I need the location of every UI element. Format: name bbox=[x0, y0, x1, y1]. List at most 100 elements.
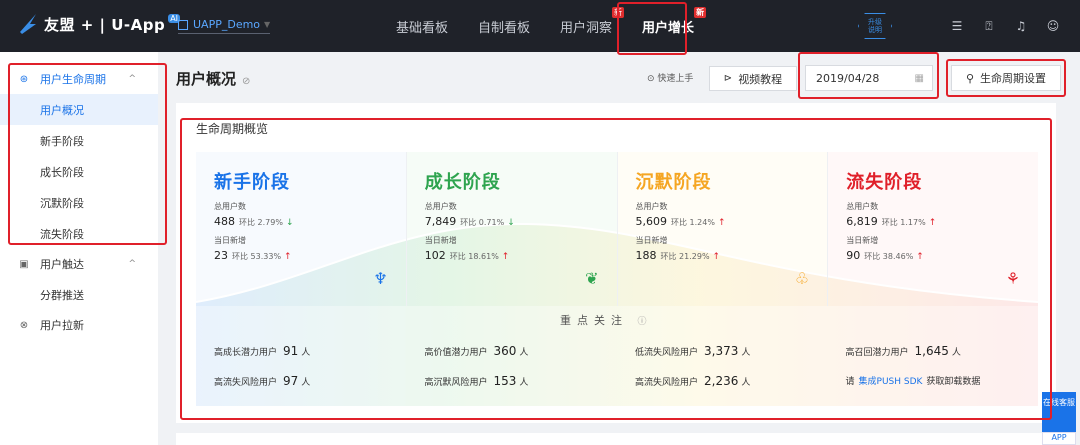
new-users-row: 188 环比 21.29% ↑ bbox=[636, 249, 828, 262]
help-circle-icon[interactable]: ⊘ bbox=[242, 76, 250, 87]
chevron-up-icon: ^ bbox=[128, 74, 136, 84]
focus-value: 3,373 bbox=[704, 344, 739, 358]
focus-column: 高召回潜力用户 1,645 人请集成PUSH SDK 获取卸载数据 bbox=[828, 306, 1039, 406]
top-actions: 升级 说明 ☰ ⍰ ♫ ☺ bbox=[858, 0, 1060, 52]
nav-custom-board[interactable]: 自制看板 bbox=[474, 17, 534, 36]
focus-row[interactable]: 高成长潜力用户 91 人 bbox=[214, 344, 407, 358]
wrench-icon: ⚲ bbox=[965, 71, 975, 85]
arrow-up-icon: ↑ bbox=[712, 252, 721, 262]
bell-icon[interactable]: ♫ bbox=[1014, 19, 1028, 33]
sidebar-item-group-push[interactable]: 分群推送 bbox=[0, 279, 158, 310]
sidebar-item-growth[interactable]: 成长阶段 bbox=[0, 156, 158, 187]
arrow-up-icon: ↑ bbox=[501, 252, 510, 262]
focus-value: 1,645 bbox=[914, 344, 949, 358]
total-users-row: 6,819 环比 1.17% ↑ bbox=[846, 215, 1038, 228]
sidebar-group-reach[interactable]: ▣ 用户触达 ^ bbox=[0, 249, 158, 279]
sidebar-group-lifecycle[interactable]: ⊛ 用户生命周期 ^ bbox=[0, 64, 158, 94]
online-service-button[interactable]: 在线客服 bbox=[1042, 392, 1076, 432]
stage-name: 新手阶段 bbox=[214, 172, 290, 193]
total-users-row: 5,609 环比 1.24% ↑ bbox=[636, 215, 828, 228]
lifecycle-settings-button[interactable]: ⚲ 生命周期设置 bbox=[951, 65, 1061, 91]
menu-list-icon[interactable]: ☰ bbox=[950, 19, 964, 33]
focus-row[interactable]: 高沉默风险用户 153 人 bbox=[425, 374, 618, 388]
arrow-up-icon: ↑ bbox=[284, 252, 292, 262]
total-users-value: 488 bbox=[214, 215, 235, 228]
dead-plant-icon: ⚘ bbox=[1005, 269, 1020, 288]
new-users-value: 90 bbox=[846, 249, 861, 262]
nav-basic-board[interactable]: 基础看板 bbox=[392, 17, 452, 36]
focus-value: 153 bbox=[493, 374, 517, 388]
video-tutorial-button[interactable]: ⊳ 视频教程 bbox=[709, 66, 797, 91]
stage-card[interactable]: 新手阶段 总用户数 488 环比 2.79% ↓ 当日新增 23 环比 53.33% ↑ ♆ bbox=[196, 152, 407, 306]
brand-name: 友盟 + | U-App bbox=[44, 15, 166, 34]
sidebar-item-churn[interactable]: 流失阶段 bbox=[0, 218, 158, 249]
focus-row[interactable]: 高价值潜力用户 360 人 bbox=[425, 344, 618, 358]
total-users-change: 环比 0.71% bbox=[460, 218, 505, 227]
umeng-logo-icon bbox=[20, 14, 36, 34]
new-badge: 新 bbox=[694, 6, 707, 18]
focus-row[interactable]: 低流失风险用户 3,373 人 bbox=[635, 344, 828, 358]
new-users-value: 23 bbox=[214, 249, 228, 262]
app-download-button[interactable]: APP bbox=[1042, 432, 1076, 445]
quick-start-link[interactable]: ⊙ 快速上手 bbox=[647, 71, 693, 84]
new-users-change: 环比 21.29% bbox=[660, 252, 710, 261]
arrow-down-icon: ↓ bbox=[507, 218, 515, 228]
user-icon[interactable]: ☺ bbox=[1046, 19, 1060, 33]
upgrade-notes-button[interactable]: 升级 说明 bbox=[858, 13, 892, 39]
next-card bbox=[176, 433, 1056, 445]
chevron-up-icon: ^ bbox=[128, 259, 136, 269]
play-icon: ⊳ bbox=[723, 73, 733, 84]
sidebar-item-overview[interactable]: 用户概况 bbox=[0, 94, 158, 125]
nav-user-growth[interactable]: 用户增长新 bbox=[638, 6, 707, 36]
new-users-row: 23 环比 53.33% ↑ bbox=[214, 249, 406, 262]
page-title: 用户概况 ⊘ bbox=[176, 70, 251, 88]
new-users-value: 102 bbox=[424, 249, 446, 262]
new-users-change: 环比 18.61% bbox=[449, 252, 499, 261]
sidebar-item-silent[interactable]: 沉默阶段 bbox=[0, 187, 158, 218]
stage-name: 流失阶段 bbox=[846, 172, 923, 193]
lifecycle-icon: ⊛ bbox=[19, 73, 29, 85]
focus-row: 请集成PUSH SDK 获取卸载数据 bbox=[846, 374, 1039, 387]
focus-column: 高成长潜力用户 91 人高流失风险用户 97 人 bbox=[196, 306, 407, 406]
total-users-label: 总用户数 bbox=[846, 202, 879, 211]
app-icon bbox=[178, 19, 188, 30]
new-users-label: 当日新增 bbox=[214, 236, 246, 245]
sidebar-group-acquire[interactable]: ⊗ 用户拉新 bbox=[0, 310, 158, 340]
chevron-down-icon: ▼ bbox=[264, 20, 271, 29]
arrow-up-icon: ↑ bbox=[916, 252, 924, 262]
compass-icon: ⊙ bbox=[647, 74, 655, 84]
app-selector[interactable]: UAPP_Demo ▼ bbox=[178, 18, 271, 34]
stage-name: 沉默阶段 bbox=[635, 172, 712, 193]
stage-cards: 新手阶段 总用户数 488 环比 2.79% ↓ 当日新增 23 环比 53.33% ↑ ♆ 成长阶… bbox=[196, 152, 1038, 306]
calendar-icon: ▦ bbox=[914, 72, 924, 84]
total-users-label: 总用户数 bbox=[214, 202, 246, 211]
help-icon[interactable]: ⍰ bbox=[982, 19, 996, 34]
nav-user-insight[interactable]: 用户洞察新 bbox=[556, 6, 625, 36]
date-picker[interactable]: 2019/04/28 ▦ bbox=[805, 65, 933, 91]
new-users-row: 102 环比 18.61% ↑ bbox=[425, 249, 617, 262]
total-users-change: 环比 1.24% bbox=[671, 218, 715, 227]
push-sdk-link[interactable]: 集成PUSH SDK bbox=[859, 374, 923, 387]
brand-logo[interactable]: 友盟 + | U-App AI bbox=[18, 12, 181, 36]
stage-card[interactable]: 流失阶段 总用户数 6,819 环比 1.17% ↑ 当日新增 90 环比 38.46% ↑ ⚘ bbox=[828, 152, 1038, 306]
total-users-label: 总用户数 bbox=[635, 202, 668, 211]
acquire-icon: ⊗ bbox=[19, 319, 29, 331]
new-users-label: 当日新增 bbox=[635, 236, 668, 245]
focus-row[interactable]: 高流失风险用户 97 人 bbox=[214, 374, 407, 388]
total-users-change: 环比 1.17% bbox=[881, 218, 926, 227]
focus-value: 97 bbox=[283, 374, 299, 388]
new-users-change: 环比 53.33% bbox=[232, 252, 282, 261]
sprout-icon: ♆ bbox=[373, 269, 388, 288]
sidebar: ⊛ 用户生命周期 ^ 用户概况 新手阶段 成长阶段 沉默阶段 流失阶段 ▣ 用户… bbox=[0, 52, 158, 445]
new-badge: 新 bbox=[612, 6, 625, 18]
focus-row[interactable]: 高流失风险用户 2,236 人 bbox=[635, 374, 828, 388]
focus-row[interactable]: 高召回潜力用户 1,645 人 bbox=[846, 344, 1039, 358]
focus-column: 高价值潜力用户 360 人高沉默风险用户 153 人 bbox=[407, 306, 618, 406]
plant-icon: ❦ bbox=[585, 269, 599, 288]
stage-card[interactable]: 成长阶段 总用户数 7,849 环比 0.71% ↓ 当日新增 102 环比 18.61% ↑ ❦ bbox=[407, 152, 618, 306]
total-users-value: 6,819 bbox=[846, 215, 878, 228]
total-users-value: 7,849 bbox=[424, 215, 457, 228]
sidebar-item-newbie[interactable]: 新手阶段 bbox=[0, 125, 158, 156]
stage-card[interactable]: 沉默阶段 总用户数 5,609 环比 1.24% ↑ 当日新增 188 环比 21.29% ↑ ♧ bbox=[618, 152, 829, 306]
focus-column: 低流失风险用户 3,373 人高流失风险用户 2,236 人 bbox=[617, 306, 828, 406]
